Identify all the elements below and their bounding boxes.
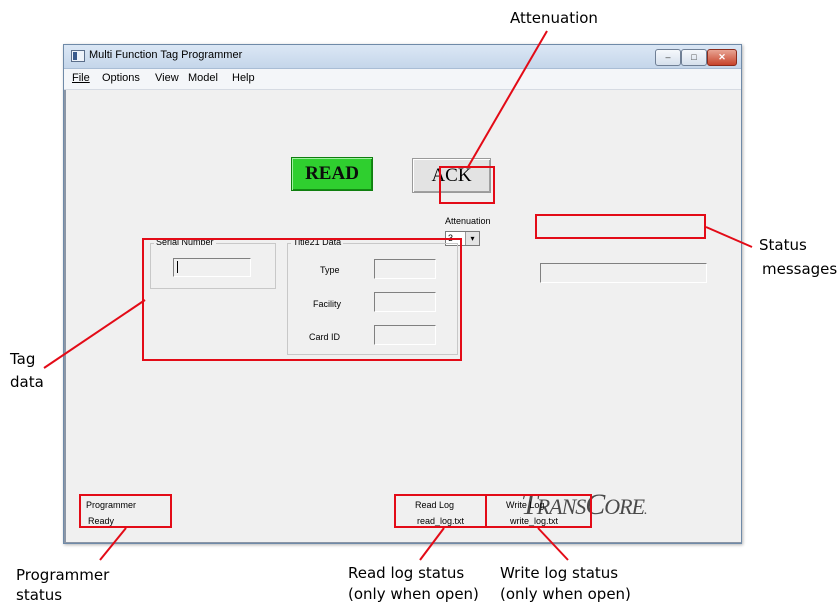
programmer-status-annotation-line2: status [16, 586, 63, 604]
tag-data-leader-line [43, 299, 146, 369]
programmer-status-annotation-line1: Programmer [16, 566, 110, 584]
attenuation-annotation: Attenuation [510, 9, 598, 27]
status-messages-annotation-line2: messages [762, 260, 837, 278]
read-log-status-annotation-line2: (only when open) [348, 585, 479, 603]
tag-data-annotation-line1: Tag [10, 350, 36, 368]
tag-data-annotation-line2: data [10, 373, 44, 391]
status-leader-line [705, 226, 753, 248]
status-messages-annotation-line1: Status [759, 236, 807, 254]
programmer-leader-line [99, 527, 127, 561]
write-log-status-annotation-line2: (only when open) [500, 585, 631, 603]
read-log-status-annotation-line1: Read log status [348, 564, 465, 582]
write-log-leader-line [537, 527, 569, 561]
annotation-lines [43, 30, 753, 561]
write-log-status-annotation-line1: Write log status [500, 564, 619, 582]
attenuation-leader-line [467, 30, 548, 168]
read-log-leader-line [419, 527, 445, 561]
